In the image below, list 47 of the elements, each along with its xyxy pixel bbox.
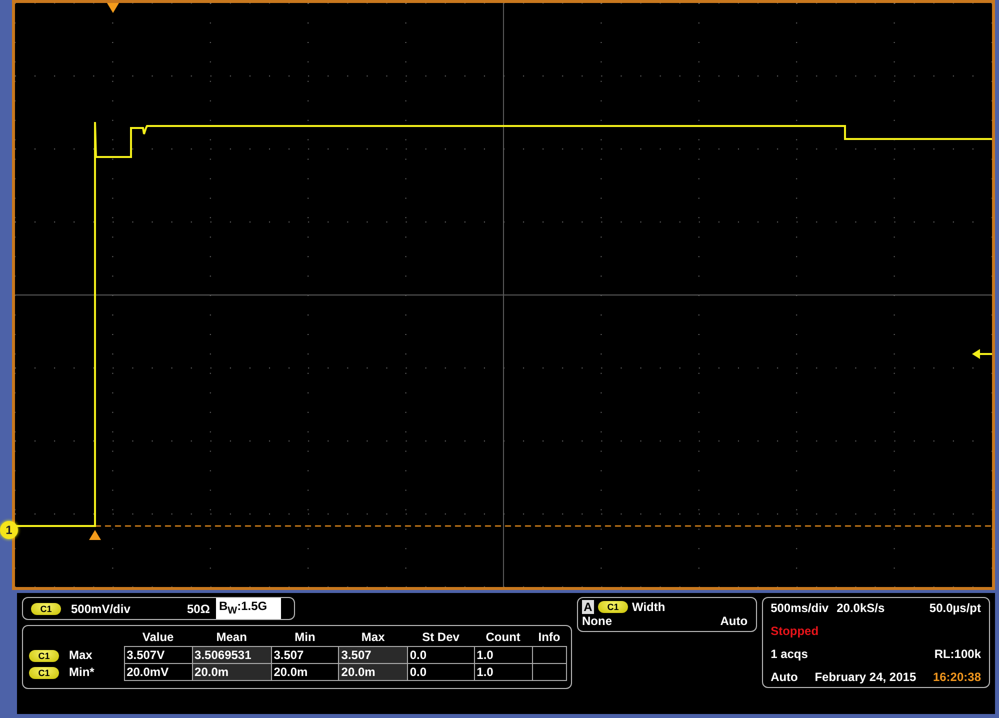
measurement-name: Max — [69, 648, 92, 662]
vertical-scale: 500mV/div — [71, 602, 132, 616]
table-cell — [532, 646, 566, 664]
column-header: Count — [474, 628, 532, 646]
channel-badge[interactable]: C1 — [29, 667, 59, 679]
column-header: Min — [271, 628, 339, 646]
table-cell: 20.0m — [338, 664, 408, 680]
column-header: Info — [532, 628, 566, 646]
horizontal-scale: 500ms/div — [770, 601, 829, 615]
channel-badge[interactable]: C1 — [598, 601, 628, 613]
table-cell: 0.0 — [407, 664, 474, 680]
acquisition-count: 1 acqs — [770, 647, 808, 661]
column-header: Value — [124, 628, 192, 646]
trigger-mode: Auto — [770, 670, 798, 684]
acquisition-state: Stopped — [770, 624, 819, 638]
channel-badge[interactable]: C1 — [29, 650, 59, 662]
trigger-position-marker-icon[interactable] — [107, 3, 119, 13]
column-header: Max — [338, 628, 408, 646]
bandwidth-limit: B$_{W}$:1.5G — [216, 598, 282, 620]
table-cell — [532, 664, 566, 680]
table-cell: 3.507V — [124, 646, 192, 664]
table-cell: 3.5069531 — [192, 646, 272, 664]
channel-marker[interactable]: 1 — [0, 521, 18, 539]
time-resolution: 50.0µs/pt — [929, 601, 981, 615]
record-length: RL:100k — [934, 647, 981, 661]
table-cell: 20.0mV — [124, 664, 192, 680]
trigger-level-arrow-icon[interactable] — [972, 349, 992, 359]
impedance: 50Ω — [187, 602, 210, 616]
trigger-coupling: None — [582, 614, 612, 628]
trigger-type: Width — [632, 600, 666, 614]
table-cell: 20.0m — [271, 664, 339, 680]
column-header: St Dev — [407, 628, 474, 646]
column-header: Mean — [192, 628, 272, 646]
time: 16:20:38 — [932, 670, 981, 684]
trigger-marker-icon — [89, 530, 101, 540]
sample-rate: 20.0kS/s — [836, 601, 885, 615]
table-cell: 1.0 — [474, 646, 532, 664]
table-cell: 1.0 — [474, 664, 532, 680]
table-cell: 20.0m — [192, 664, 272, 680]
table-cell: 3.507 — [338, 646, 408, 664]
channel-badge[interactable]: C1 — [31, 602, 61, 614]
date: February 24, 2015 — [814, 670, 916, 684]
table-cell: 3.507 — [271, 646, 339, 664]
trigger-mode: Auto — [720, 614, 748, 628]
table-cell: 0.0 — [407, 646, 474, 664]
measurement-name: Min* — [69, 665, 94, 679]
trigger-source-label: A — [582, 600, 594, 614]
